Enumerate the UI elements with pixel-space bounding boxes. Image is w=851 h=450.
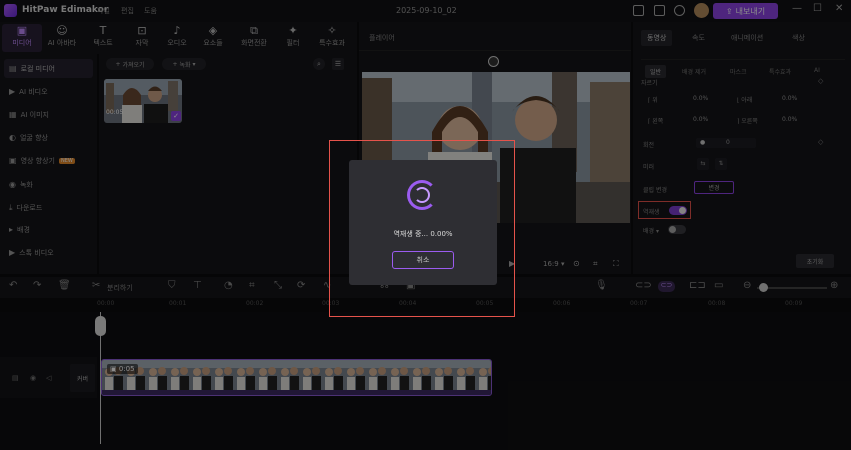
highlight-box-dialog: [329, 140, 515, 317]
